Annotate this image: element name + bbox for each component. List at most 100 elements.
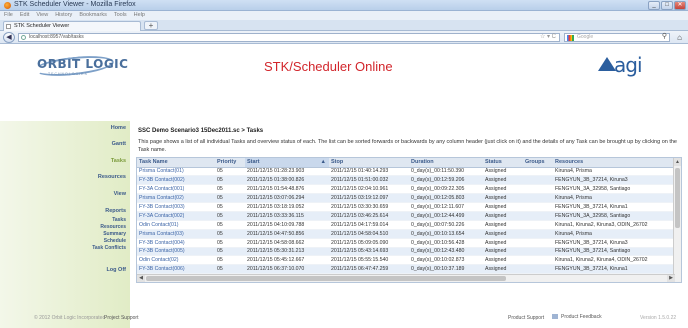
horizontal-scrollbar[interactable]: ◀ ▶ (137, 274, 675, 282)
cell-task-name[interactable]: Odin Contact(02) (137, 255, 215, 266)
url-bar[interactable]: localhost:8957/vab/tasks ☆ ▾ C (18, 33, 560, 42)
window-title: STK Scheduler Viewer - Mozilla Firefox (14, 1, 136, 8)
copyright-text: © 2012 Orbit Logic Incorporated (34, 315, 106, 321)
cell-stop: 2011/12/15 03:30:30.659 (329, 202, 409, 212)
cell-task-name[interactable]: FY-3B Contact(004) (137, 238, 215, 248)
column-header-status[interactable]: Status (483, 158, 523, 168)
navigation-bar: ◀ localhost:8957/vab/tasks ☆ ▾ C Google … (0, 31, 688, 44)
table-row[interactable]: FY-3B Contact(005) 05 2011/12/15 05:30:31.… (137, 247, 675, 257)
report-schedule[interactable]: Schedule (104, 238, 126, 244)
menu-view[interactable]: View (36, 11, 48, 20)
home-icon[interactable]: ⌂ (674, 33, 685, 42)
back-button[interactable]: ◀ (3, 32, 15, 43)
scroll-left-arrow-icon[interactable]: ◀ (137, 275, 145, 282)
cell-task-name[interactable]: FY-3B Contact(002) (137, 175, 215, 186)
new-tab-button[interactable]: + (144, 21, 158, 30)
cell-task-name[interactable]: Odin Contact(01) (137, 220, 215, 230)
tasks-grid: Task Name Priority Start ▲ Stop Duration … (137, 158, 675, 282)
cell-task-name[interactable]: Prisma Contact(02) (137, 193, 215, 204)
project-support-link[interactable]: Project Support (104, 315, 138, 321)
close-button[interactable]: ✕ (674, 1, 686, 10)
cell-start: 2011/12/15 03:33:36.115 (245, 211, 329, 221)
sidebar-item-tasks[interactable]: Tasks (111, 158, 126, 164)
tab-stk-scheduler[interactable]: STK Scheduler Viewer (3, 21, 141, 31)
search-box[interactable]: Google ⚲ (564, 33, 670, 42)
minimize-button[interactable]: _ (648, 1, 660, 10)
report-resources[interactable]: Resources (100, 224, 126, 230)
cell-groups (523, 175, 553, 186)
bookmark-star-icon[interactable]: ☆ ▾ C (540, 34, 556, 41)
cell-stop: 2011/12/15 03:46:25.614 (329, 211, 409, 221)
report-task-conflicts[interactable]: Task Conflicts (92, 245, 126, 251)
column-header-groups[interactable]: Groups (523, 158, 553, 168)
column-header-start[interactable]: Start ▲ (245, 158, 329, 168)
cell-priority: 05 (215, 229, 245, 239)
column-header-resources[interactable]: Resources (553, 158, 675, 168)
table-row[interactable]: FY-3B Contact(006) 05 2011/12/15 06:37:10.… (137, 264, 675, 275)
vertical-scrollbar[interactable]: ▲ ▼ (673, 158, 681, 282)
page-icon (6, 24, 11, 29)
search-icon[interactable]: ⚲ (662, 33, 667, 40)
table-row[interactable]: Prisma Contact(03) 05 2011/12/15 04:47:50.… (137, 229, 675, 239)
cell-task-name[interactable]: FY-3B Contact(006) (137, 264, 215, 275)
cell-task-name[interactable]: Prisma Contact(01) (137, 167, 215, 177)
cell-resources: Kiruna4, Prisma (553, 229, 675, 239)
google-icon[interactable] (567, 35, 574, 41)
table-row[interactable]: FY-3A Contact(001) 05 2011/12/15 01:54:48.… (137, 184, 675, 195)
table-row[interactable]: FY-3A Contact(002) 05 2011/12/15 03:33:36.… (137, 211, 675, 221)
table-row[interactable]: FY-3B Contact(003) 05 2011/12/15 03:18:19.… (137, 202, 675, 212)
sidebar-item-reports[interactable]: Reports (105, 208, 126, 214)
cell-resources: Kiruna1, Kiruna2, Kiruna4, ODIN_26702 (553, 255, 675, 266)
sidebar-item-view[interactable]: View (114, 191, 126, 197)
agi-logo: agi (614, 53, 642, 77)
cell-duration: 0_day(s)_00:12:43.480 (409, 247, 483, 257)
column-header-stop[interactable]: Stop (329, 158, 409, 168)
cell-priority: 05 (215, 264, 245, 275)
table-row[interactable]: Prisma Contact(02) 05 2011/12/15 03:07:06.… (137, 193, 675, 204)
vertical-scroll-thumb[interactable] (675, 168, 680, 228)
menu-help[interactable]: Help (134, 11, 145, 20)
report-tasks[interactable]: Tasks (112, 217, 126, 223)
cell-task-name[interactable]: Prisma Contact(03) (137, 229, 215, 239)
sidebar-item-home[interactable]: Home (111, 125, 126, 131)
column-header-priority[interactable]: Priority (215, 158, 245, 168)
column-header-task-name[interactable]: Task Name (137, 158, 215, 168)
cell-task-name[interactable]: FY-3B Contact(005) (137, 247, 215, 257)
cell-groups (523, 247, 553, 257)
menu-tools[interactable]: Tools (114, 11, 127, 20)
cell-duration: 0_day(s)_00:10:37.189 (409, 264, 483, 275)
table-row[interactable]: Prisma Contact(01) 05 2011/12/15 01:28:23.… (137, 167, 675, 177)
report-summary[interactable]: Summary (103, 231, 126, 237)
product-support-link[interactable]: Product Support (508, 315, 544, 321)
table-row[interactable]: Odin Contact(01) 05 2011/12/15 04:10:09.78… (137, 220, 675, 230)
feedback-icon (552, 314, 558, 320)
cell-stop: 2011/12/15 04:17:59.014 (329, 220, 409, 230)
menu-history[interactable]: History (55, 11, 72, 20)
maximize-button[interactable]: □ (661, 1, 673, 10)
cell-groups (523, 193, 553, 204)
sidebar-item-gantt[interactable]: Gantt (112, 141, 126, 147)
cell-task-name[interactable]: FY-3A Contact(002) (137, 211, 215, 221)
cell-task-name[interactable]: FY-3A Contact(001) (137, 184, 215, 195)
product-feedback-link[interactable]: Product Feedback (552, 314, 602, 320)
cell-task-name[interactable]: FY-3B Contact(003) (137, 202, 215, 212)
menu-file[interactable]: File (4, 11, 13, 20)
horizontal-scroll-thumb[interactable] (146, 276, 506, 281)
menu-bookmarks[interactable]: Bookmarks (79, 11, 107, 20)
cell-stop: 2011/12/15 01:40:14.293 (329, 167, 409, 177)
table-row[interactable]: FY-3B Contact(002) 05 2011/12/15 01:38:00.… (137, 175, 675, 186)
cell-start: 2011/12/15 01:54:48.876 (245, 184, 329, 195)
cell-status: Assigned (483, 264, 523, 275)
site-identity-icon[interactable] (21, 35, 26, 40)
table-row[interactable]: Odin Contact(02) 05 2011/12/15 05:45:12.66… (137, 255, 675, 266)
cell-duration: 0_day(s)_00:12:59.206 (409, 175, 483, 186)
cell-start: 2011/12/15 01:28:23.903 (245, 167, 329, 177)
cell-resources: FENGYUN_3A_32958, Santiago (553, 184, 675, 195)
column-header-duration[interactable]: Duration (409, 158, 483, 168)
menu-edit[interactable]: Edit (20, 11, 29, 20)
log-off-link[interactable]: Log Off (106, 267, 126, 273)
sidebar-item-resources[interactable]: Resources (98, 174, 126, 180)
scroll-up-arrow-icon[interactable]: ▲ (674, 158, 681, 166)
scroll-right-arrow-icon[interactable]: ▶ (667, 275, 675, 282)
table-row[interactable]: FY-3B Contact(004) 05 2011/12/15 04:58:08.… (137, 238, 675, 248)
